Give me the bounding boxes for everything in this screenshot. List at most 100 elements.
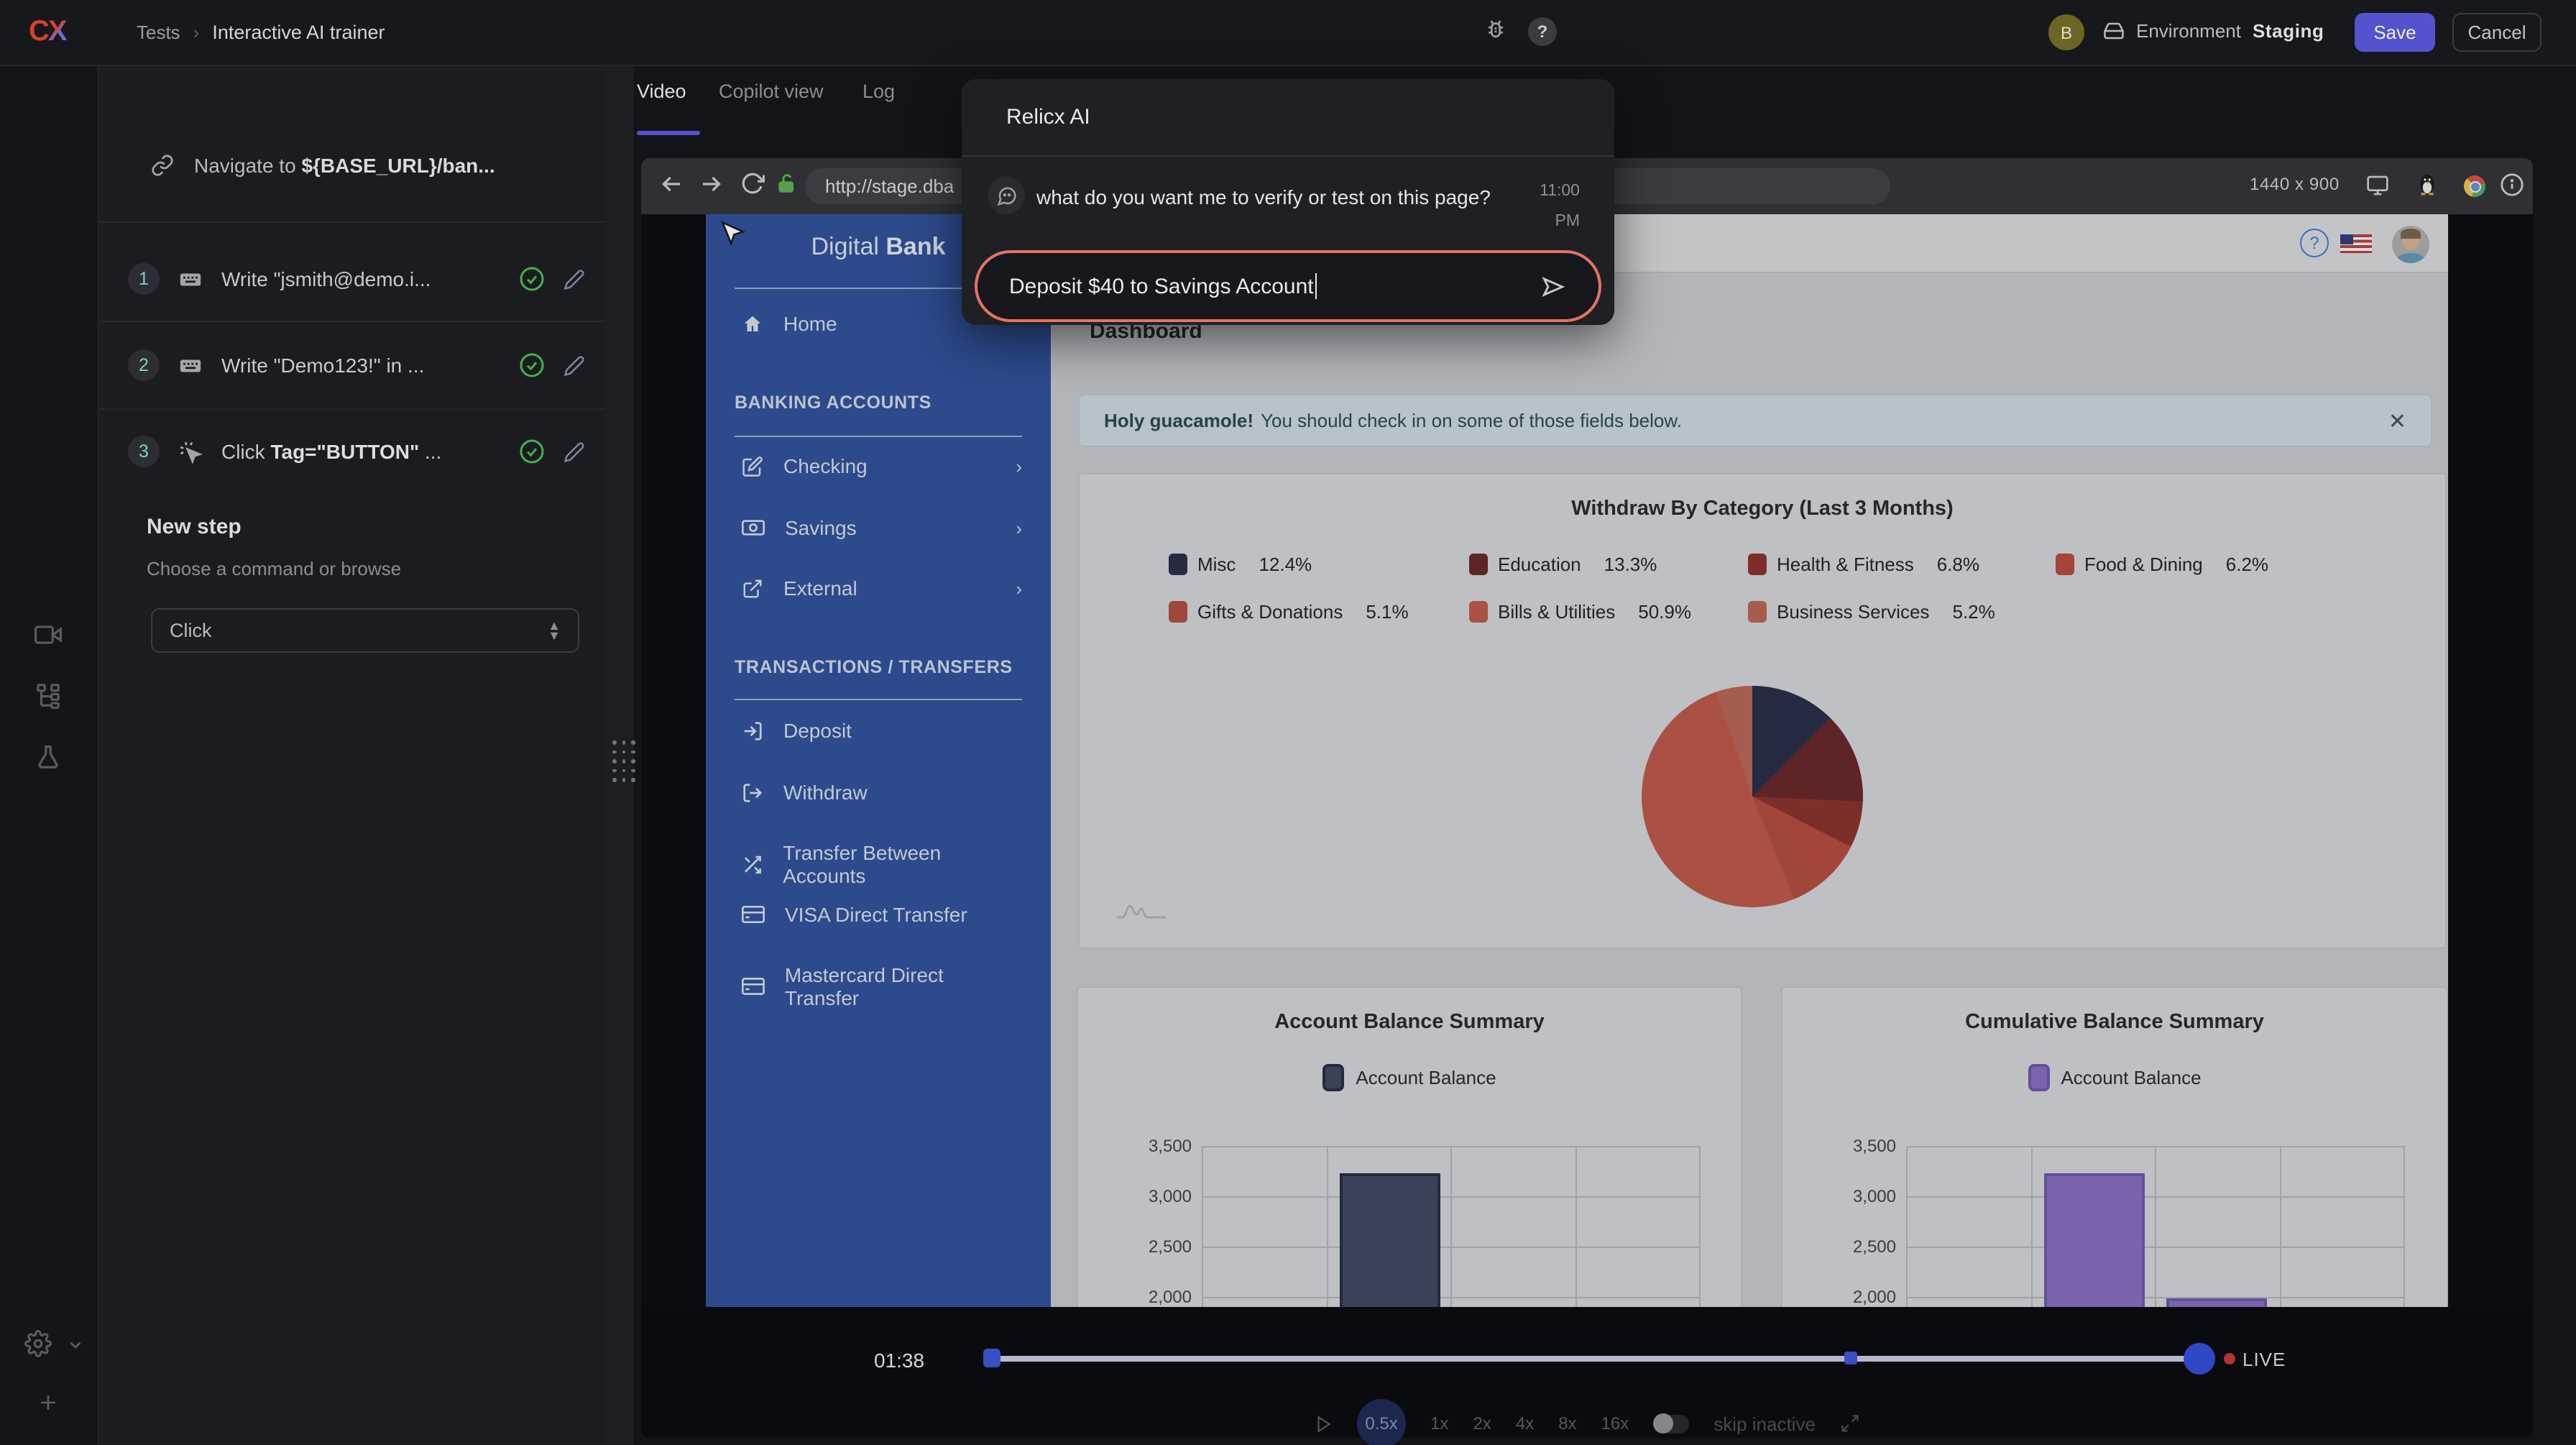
- tab-copilot-view[interactable]: Copilot view: [719, 81, 824, 102]
- video-camera-icon[interactable]: [34, 621, 62, 648]
- step-number-badge: 3: [128, 436, 160, 467]
- legend-swatch: [1322, 1064, 1344, 1091]
- step-success-icon: [519, 266, 545, 292]
- speed-16x-button[interactable]: 16x: [1601, 1413, 1629, 1433]
- video-frame: http://stage.dba 1440 x 900 Digital Bank…: [641, 158, 2533, 1438]
- bar-chart-legend: Account Balance: [1078, 1064, 1741, 1091]
- timeline-track[interactable]: [992, 1356, 2199, 1361]
- bar-chart-legend: Account Balance: [1782, 1064, 2447, 1091]
- flask-icon[interactable]: [34, 743, 62, 771]
- alert-bold-text: Holy guacamole!: [1104, 410, 1254, 431]
- environment-label: Environment: [2136, 20, 2241, 42]
- edit-step-icon[interactable]: [564, 268, 585, 290]
- bank-menu-deposit[interactable]: Deposit: [742, 719, 1022, 742]
- skip-inactive-toggle[interactable]: [1653, 1414, 1689, 1433]
- bank-section-transactions: TRANSACTIONS / TRANSFERS: [735, 657, 1013, 677]
- speed-8x-button[interactable]: 8x: [1558, 1413, 1576, 1433]
- bank-menu-savings[interactable]: Savings ›: [742, 516, 1022, 539]
- browser-forward-icon[interactable]: [699, 171, 724, 197]
- padlock-open-icon: [776, 173, 798, 194]
- bar-account-balance[interactable]: [1340, 1173, 1440, 1307]
- app-logo[interactable]: CX: [29, 16, 66, 49]
- bar-chart-title: Cumulative Balance Summary: [1782, 1011, 2447, 1034]
- bar-account-balance[interactable]: [2166, 1298, 2267, 1307]
- speed-2x-button[interactable]: 2x: [1473, 1413, 1491, 1433]
- select-chevrons-icon: ▲▼: [548, 620, 561, 641]
- y-tick: 2,000: [1824, 1287, 1896, 1307]
- bug-icon[interactable]: [1484, 17, 1508, 42]
- keyboard-icon: [178, 353, 203, 377]
- timeline-mid-marker[interactable]: [1844, 1352, 1857, 1364]
- alert-close-icon[interactable]: ✕: [2388, 408, 2406, 434]
- bank-menu-checking[interactable]: Checking ›: [742, 454, 1022, 477]
- panel-resize-handle[interactable]: [605, 66, 634, 1445]
- monitor-icon[interactable]: [2366, 174, 2389, 197]
- step-row-2[interactable]: 2 Write "Demo123!" in ...: [128, 349, 585, 381]
- add-plus-icon[interactable]: [36, 1390, 60, 1415]
- cancel-button[interactable]: Cancel: [2452, 13, 2542, 52]
- ai-command-input[interactable]: Deposit $40 to Savings Account: [975, 250, 1601, 322]
- drag-dots-icon: [612, 740, 628, 781]
- step-row-1[interactable]: 1 Write "jsmith@demo.i...: [128, 263, 585, 295]
- money-bill-icon: [742, 518, 765, 538]
- credit-card-icon: [742, 976, 765, 996]
- chevron-right-icon: ›: [1016, 455, 1022, 477]
- legend-item: Misc12.4%: [1169, 554, 1312, 575]
- bank-user-avatar[interactable]: [2392, 226, 2429, 263]
- help-icon[interactable]: ?: [1528, 17, 1557, 46]
- fullscreen-icon[interactable]: [1840, 1413, 1860, 1433]
- user-avatar[interactable]: B: [2048, 14, 2084, 50]
- speed-0-5x-button[interactable]: 0.5x: [1357, 1399, 1406, 1445]
- chat-bubble-icon: [988, 177, 1025, 214]
- timeline-playhead[interactable]: [2184, 1343, 2215, 1375]
- browser-reload-icon[interactable]: [740, 171, 765, 196]
- app-root: CX Tests › Interactive AI trainer ? B En…: [0, 0, 2576, 1445]
- bank-menu-transfer-between[interactable]: Transfer Between Accounts: [742, 841, 1022, 887]
- pie-chart-card: Withdraw By Category (Last 3 Months) Mis…: [1078, 473, 2447, 949]
- send-icon[interactable]: [1540, 272, 1567, 300]
- steps-panel: Navigate to ${BASE_URL}/ban... 1 Write "…: [99, 66, 605, 1445]
- us-flag-icon[interactable]: [2340, 234, 2372, 253]
- bank-menu-external[interactable]: External ›: [742, 577, 1022, 600]
- step-row-3[interactable]: 3 Click Tag="BUTTON" ...: [128, 436, 585, 467]
- browser-back-icon[interactable]: [658, 171, 684, 197]
- environment-selector[interactable]: Environment Staging: [2103, 20, 2324, 42]
- divider: [735, 699, 1022, 700]
- settings-gear-icon[interactable]: [24, 1330, 52, 1357]
- bank-menu-mastercard-transfer[interactable]: Mastercard Direct Transfer: [742, 963, 1022, 1009]
- chevron-down-icon[interactable]: [66, 1336, 85, 1354]
- play-icon[interactable]: [1314, 1414, 1333, 1433]
- step-success-icon: [519, 352, 545, 378]
- divider: [735, 436, 1022, 437]
- bank-help-icon[interactable]: ?: [2300, 229, 2329, 257]
- tab-video[interactable]: Video: [637, 81, 686, 102]
- bank-menu-visa-transfer[interactable]: VISA Direct Transfer: [742, 903, 1022, 926]
- y-tick: 3,000: [1824, 1186, 1896, 1206]
- external-link-icon: [742, 577, 763, 599]
- edit-step-icon[interactable]: [564, 441, 585, 462]
- edit-step-icon[interactable]: [564, 354, 585, 376]
- speed-1x-button[interactable]: 1x: [1430, 1413, 1448, 1433]
- alert-banner: Holy guacamole! You should check in on s…: [1078, 394, 2432, 447]
- bank-menu-withdraw[interactable]: Withdraw: [742, 781, 1022, 804]
- speed-4x-button[interactable]: 4x: [1516, 1413, 1534, 1433]
- cumulative-balance-card: Cumulative Balance Summary Account Balan…: [1781, 986, 2448, 1307]
- command-select[interactable]: Click ▲▼: [151, 608, 579, 653]
- divider: [99, 408, 605, 410]
- mouse-cursor-icon: [717, 219, 749, 250]
- bar-account-balance[interactable]: [2044, 1173, 2145, 1307]
- credit-card-icon: [742, 904, 765, 925]
- new-step-subtitle: Choose a command or browse: [147, 558, 401, 579]
- save-button[interactable]: Save: [2355, 13, 2435, 52]
- breadcrumb-tests[interactable]: Tests: [137, 22, 180, 43]
- tab-log[interactable]: Log: [862, 81, 895, 102]
- live-dot-icon: [2224, 1353, 2235, 1364]
- flow-tree-icon[interactable]: [34, 682, 62, 709]
- navigate-step[interactable]: Navigate to ${BASE_URL}/ban...: [151, 154, 582, 177]
- y-tick: 2,000: [1120, 1287, 1192, 1307]
- legend-item: Gifts & Donations5.1%: [1169, 601, 1409, 623]
- legend-item: Business Services5.2%: [1748, 601, 1995, 623]
- timeline-start-marker[interactable]: [983, 1349, 1000, 1367]
- info-icon[interactable]: [2500, 173, 2524, 197]
- popup-title: Relicx AI: [1006, 105, 1090, 129]
